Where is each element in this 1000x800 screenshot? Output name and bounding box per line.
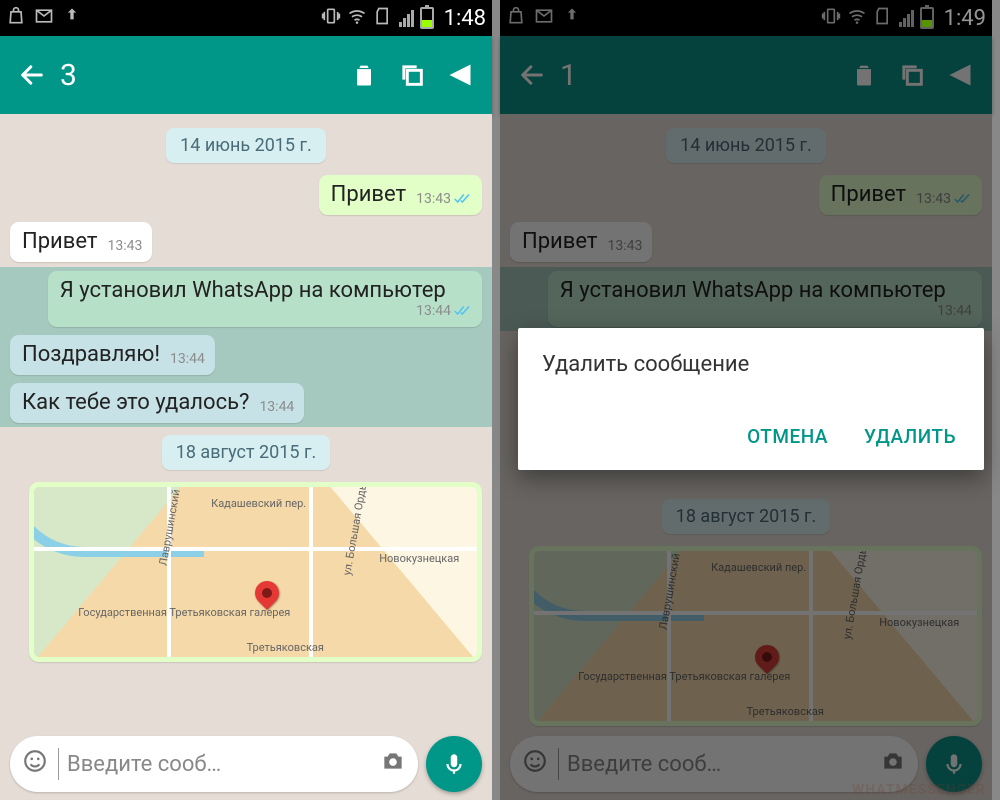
message-text: Я установил WhatsApp на компьютер [60, 278, 446, 303]
message-text: Поздравляю! [22, 342, 160, 367]
message-time: 13:43 [107, 238, 142, 254]
battery-icon [420, 7, 434, 29]
copy-button[interactable] [388, 51, 436, 99]
message-text: Как тебе это удалось? [22, 390, 249, 415]
voice-record-button[interactable] [426, 736, 482, 792]
read-ticks-icon [454, 304, 472, 318]
message-time: 13:44 [170, 351, 205, 367]
sd-card-icon [373, 6, 393, 30]
date-separator: 18 август 2015 г. [162, 435, 331, 470]
camera-icon[interactable] [380, 748, 406, 780]
incoming-bubble: Привет 13:43 [10, 222, 152, 262]
incoming-bubble: Поздравляю! 13:44 [10, 335, 215, 375]
message-row-selected[interactable]: Как тебе это удалось? 13:44 [0, 379, 492, 427]
upload-icon [62, 6, 82, 30]
map-poi-label: Государственная Третьяковская галерея [78, 606, 290, 619]
message-time: 13:44 [259, 399, 294, 415]
emoji-icon[interactable] [22, 748, 48, 780]
location-message[interactable]: Государственная Третьяковская галерея Но… [29, 482, 482, 662]
message-row-selected[interactable]: Я установил WhatsApp на компьютер 13:44 [0, 267, 492, 331]
incoming-bubble: Как тебе это удалось? 13:44 [10, 383, 304, 423]
chat-area[interactable]: 14 июнь 2015 г. Привет 13:43 Привет 13:4… [0, 114, 492, 800]
selection-action-bar: 3 [0, 36, 492, 114]
status-bar: 1:48 [0, 0, 492, 36]
screenshot-left: 1:48 3 14 июнь 2015 г. Привет 13:43 [0, 0, 492, 800]
message-input[interactable]: Введите сооб… [10, 736, 418, 792]
message-input-bar: Введите сооб… [10, 736, 482, 792]
map-street-label: Кадашевский пер. [211, 497, 306, 510]
bag-icon [6, 6, 26, 30]
date-separator: 14 июнь 2015 г. [166, 128, 326, 163]
selected-count: 3 [60, 58, 77, 93]
dialog-title: Удалить сообщение [542, 352, 960, 377]
signal-icon [399, 9, 414, 27]
message-text: Привет [22, 229, 97, 254]
cursor-icon [58, 748, 59, 780]
status-time: 1:48 [444, 6, 486, 31]
screenshot-right: 1:49 1 14 июнь 2015 г. Привет 13:43 Прив… [500, 0, 992, 800]
mail-icon [34, 6, 54, 30]
wifi-icon [347, 6, 367, 30]
message-row[interactable]: Привет 13:43 [10, 220, 482, 264]
watermark: WHATMESSENGER [852, 782, 986, 798]
message-time: 13:43 [416, 191, 451, 207]
input-placeholder: Введите сооб… [67, 752, 380, 777]
map-poi-label: Новокузнецкая [379, 552, 459, 565]
read-ticks-icon [454, 192, 472, 206]
delete-confirmation-dialog: Удалить сообщение ОТМЕНА УДАЛИТЬ [518, 328, 984, 470]
cancel-button[interactable]: ОТМЕНА [743, 417, 832, 456]
forward-button[interactable] [436, 51, 484, 99]
message-time: 13:44 [416, 303, 451, 319]
vibrate-icon [321, 6, 341, 30]
map-poi-label: Третьяковская [247, 641, 324, 654]
outgoing-bubble: Привет 13:43 [319, 175, 482, 215]
message-row[interactable]: Привет 13:43 [10, 173, 482, 217]
back-button[interactable] [8, 51, 56, 99]
message-row[interactable]: Государственная Третьяковская галерея Но… [10, 480, 482, 664]
delete-button[interactable] [340, 51, 388, 99]
outgoing-bubble: Я установил WhatsApp на компьютер 13:44 [48, 271, 482, 327]
message-row-selected[interactable]: Поздравляю! 13:44 [0, 331, 492, 379]
message-text: Привет [331, 182, 406, 207]
confirm-delete-button[interactable]: УДАЛИТЬ [860, 417, 960, 456]
